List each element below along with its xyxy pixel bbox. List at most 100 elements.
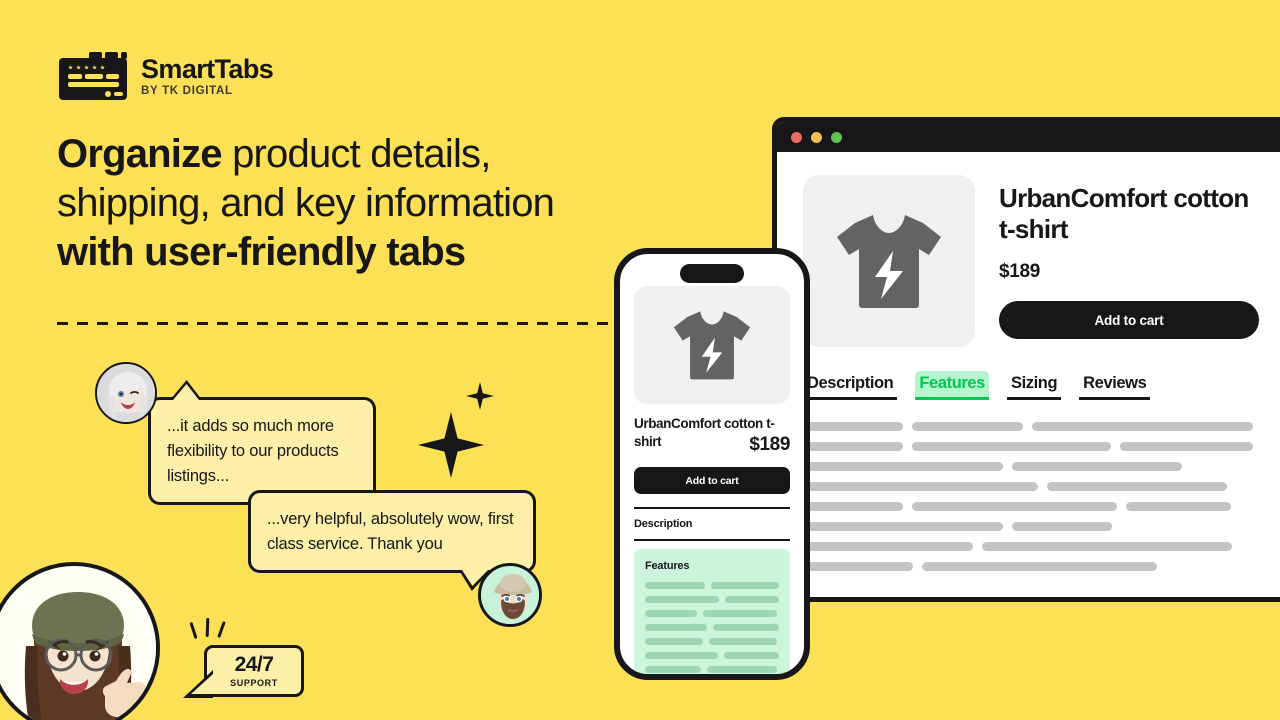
placeholder-row	[803, 462, 1253, 471]
memoji-woman-beanie-glasses-thumbsup-avatar	[0, 562, 160, 720]
placeholder-bar	[645, 582, 706, 589]
placeholder-bar	[912, 502, 1117, 511]
placeholder-row	[645, 596, 779, 603]
brand-logo: SmartTabs BY TK DIGITAL	[59, 52, 274, 100]
testimonial-bubble: ...it adds so much more flexibility to o…	[148, 380, 376, 505]
placeholder-row	[645, 582, 779, 589]
product-image	[634, 286, 790, 404]
placeholder-bar	[803, 502, 903, 511]
headline-bold-lead: Organize	[57, 132, 223, 176]
placeholder-bar	[1031, 422, 1253, 431]
placeholder-bar	[911, 442, 1112, 451]
add-to-cart-button[interactable]: Add to cart	[634, 467, 790, 494]
product-tabs: Description Features Sizing Reviews	[803, 371, 1280, 400]
dashed-divider	[57, 322, 617, 325]
placeholder-bar	[703, 610, 777, 617]
sparkle-icon	[418, 412, 484, 478]
testimonial-quote: ...very helpful, absolutely wow, first c…	[267, 510, 514, 553]
browser-window-mockup: UrbanComfort cotton t-shirt $189 Add to …	[772, 117, 1280, 602]
product-price: $189	[749, 434, 790, 455]
minimize-icon[interactable]	[811, 131, 822, 143]
page-title: Organize product details, shipping, and k…	[57, 130, 667, 277]
placeholder-bar	[645, 596, 720, 603]
placeholder-row	[803, 422, 1253, 431]
headline-line2: shipping, and key information	[57, 181, 555, 225]
tab-sizing[interactable]: Sizing	[1006, 371, 1062, 400]
placeholder-row	[645, 666, 779, 673]
support-badge-label: SUPPORT	[230, 678, 278, 688]
placeholder-row	[803, 562, 1253, 571]
support-badge: 24/7 SUPPORT	[183, 645, 304, 698]
placeholder-bar	[709, 638, 777, 645]
poster-canvas: SmartTabs BY TK DIGITAL Organize product…	[0, 0, 1280, 720]
product-title: UrbanComfort cotton t-shirt	[999, 183, 1249, 244]
placeholder-bar	[645, 624, 708, 631]
placeholder-bar	[803, 442, 903, 451]
placeholder-row	[645, 638, 779, 645]
product-image	[803, 175, 975, 347]
placeholder-bar	[803, 522, 1003, 531]
placeholder-bar	[982, 542, 1232, 551]
zoom-icon[interactable]	[831, 131, 842, 143]
placeholder-bar	[803, 462, 1003, 471]
tab-description[interactable]: Description	[803, 371, 898, 400]
content-placeholder-lines	[803, 422, 1280, 571]
placeholder-bar	[645, 666, 701, 673]
support-badge-value: 24/7	[234, 653, 274, 676]
placeholder-bar	[1120, 442, 1253, 451]
placeholder-bar	[645, 638, 703, 645]
spark-line-decoration	[189, 621, 198, 640]
placeholder-bar	[1012, 522, 1112, 531]
headline-line3: with user-friendly tabs	[57, 230, 466, 274]
placeholder-bar	[803, 422, 904, 431]
placeholder-row	[645, 652, 779, 659]
placeholder-bar	[725, 596, 779, 603]
placeholder-bar	[922, 562, 1157, 571]
accordion-features-panel[interactable]: Features	[634, 549, 790, 674]
placeholder-bar	[1012, 462, 1182, 471]
placeholder-row	[645, 610, 779, 617]
placeholder-row	[803, 482, 1253, 491]
tab-features[interactable]: Features	[915, 371, 989, 400]
placeholder-bar	[803, 482, 1038, 491]
accordion-features-label: Features	[645, 560, 690, 572]
browser-title-bar	[777, 122, 1280, 152]
brand-name: SmartTabs	[141, 53, 274, 84]
accordion-description[interactable]: Description	[634, 507, 790, 541]
dynamic-island	[680, 264, 744, 283]
placeholder-bar	[1047, 482, 1227, 491]
placeholder-bar	[645, 610, 697, 617]
sparkle-icon	[466, 382, 494, 410]
tabs-panel-icon	[59, 52, 127, 100]
placeholder-bar	[1126, 502, 1231, 511]
t-shirt-lightning-icon	[673, 311, 751, 380]
testimonial-bubble: ...very helpful, absolutely wow, first c…	[248, 490, 536, 591]
tab-reviews[interactable]: Reviews	[1079, 371, 1151, 400]
product-price: $189	[999, 261, 1041, 282]
placeholder-row	[803, 502, 1253, 511]
placeholder-row	[803, 442, 1253, 451]
close-icon[interactable]	[791, 131, 802, 143]
placeholder-row	[803, 542, 1253, 551]
t-shirt-lightning-icon	[837, 215, 941, 308]
placeholder-row	[645, 624, 779, 631]
placeholder-bar	[803, 542, 973, 551]
placeholder-bar	[645, 652, 718, 659]
spark-line-decoration	[217, 620, 226, 639]
placeholder-bar	[912, 422, 1023, 431]
memoji-bearded-man-hat-avatar	[478, 563, 542, 627]
headline-line1-rest: product details,	[221, 132, 491, 176]
phone-mockup: UrbanComfort cotton t-shirt $189 Add to …	[614, 248, 810, 680]
content-placeholder-lines	[645, 582, 779, 673]
brand-tagline: BY TK DIGITAL	[141, 85, 233, 98]
placeholder-bar	[713, 624, 779, 631]
placeholder-bar	[803, 562, 913, 571]
placeholder-bar	[707, 666, 777, 673]
placeholder-row	[803, 522, 1253, 531]
placeholder-bar	[711, 582, 779, 589]
testimonial-quote: ...it adds so much more flexibility to o…	[167, 417, 339, 485]
add-to-cart-button[interactable]: Add to cart	[999, 301, 1259, 339]
spark-line-decoration	[205, 617, 210, 638]
memoji-woman-white-hair-avatar	[95, 362, 157, 424]
placeholder-bar	[723, 652, 779, 659]
